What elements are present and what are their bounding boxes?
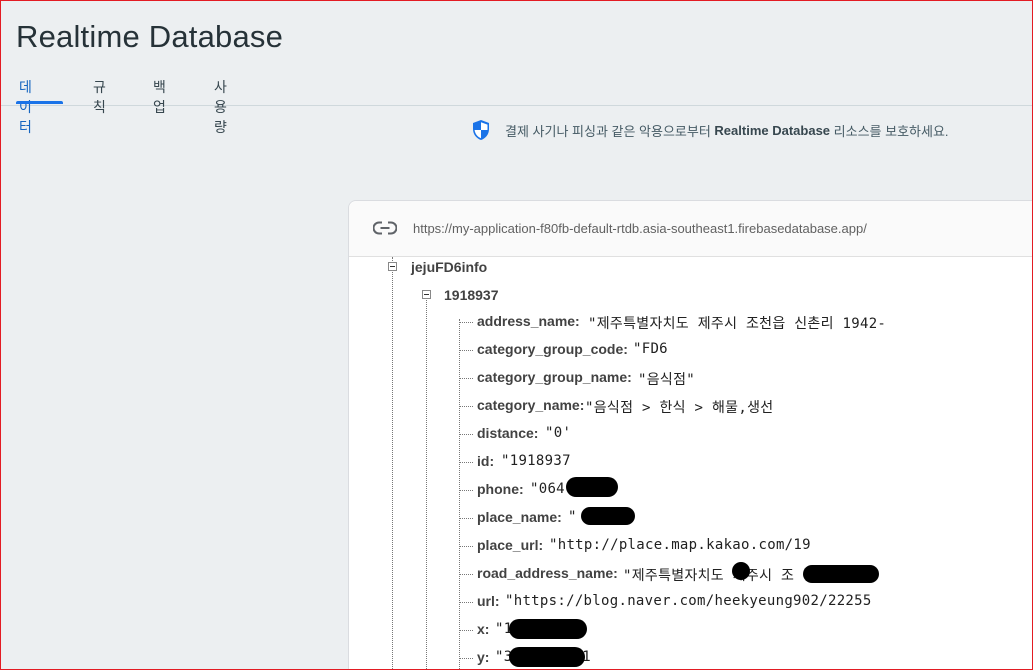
field-row[interactable]: phone: "064-: [349, 476, 1032, 504]
active-tab-indicator: [16, 101, 63, 104]
field-key: place_name:: [477, 509, 562, 525]
field-value: "음식점": [638, 372, 695, 388]
tree-connector: [459, 490, 473, 491]
collapse-root-toggle[interactable]: [388, 262, 397, 271]
field-row[interactable]: distance: "0': [349, 420, 1032, 448]
field-key: y:: [477, 649, 490, 665]
shield-icon: [473, 120, 489, 140]
field-row[interactable]: id: "1918937: [349, 448, 1032, 476]
child-node-key[interactable]: 1918937: [444, 287, 499, 303]
tab-data[interactable]: 데이터: [19, 77, 32, 137]
field-key: place_url:: [477, 537, 544, 553]
field-key: address_name:: [477, 313, 580, 329]
redaction-mark: [581, 507, 635, 525]
field-key: category_group_code:: [477, 341, 628, 357]
field-row[interactable]: place_name: ": [349, 504, 1032, 532]
collapse-child-toggle[interactable]: [422, 290, 431, 299]
field-key: road_address_name:: [477, 565, 618, 581]
tree-connector: [459, 406, 473, 407]
tab-rules[interactable]: 규칙: [93, 77, 106, 117]
field-key: x:: [477, 621, 490, 637]
field-key: id:: [477, 453, 495, 469]
field-row[interactable]: x: "1 968644: [349, 616, 1032, 644]
field-row[interactable]: address_name: "제주특별자치도 제주시 조천읍 신촌리 1942-: [349, 308, 1032, 336]
field-row[interactable]: y: "3 41059981: [349, 644, 1032, 669]
tree-connector: [459, 546, 473, 547]
redaction-mark: [566, 477, 618, 497]
tree-connector: [459, 518, 473, 519]
field-key: distance:: [477, 425, 539, 441]
field-key: category_group_name:: [477, 369, 632, 385]
app-window: Realtime Database 데이터 규칙 백업 사용량 결제 사기나 피…: [0, 0, 1033, 670]
tree-connector: [459, 378, 473, 379]
tree-connector: [459, 462, 473, 463]
tree-connector: [459, 350, 473, 351]
notice-text: 결제 사기나 피싱과 같은 악용으로부터: [505, 123, 715, 139]
tree-connector: [459, 434, 473, 435]
field-key: phone:: [477, 481, 524, 497]
redaction-mark: [509, 619, 587, 639]
notice-product-name: Realtime Database: [714, 122, 831, 138]
database-url-bar: https://my-application-f80fb-default-rtd…: [349, 201, 1032, 257]
tree-connector: [459, 658, 473, 659]
field-row[interactable]: road_address_name: "제주특별자치도 제주시 조 길 40-: [349, 560, 1032, 588]
root-node-key[interactable]: jejuFD6info: [411, 259, 487, 275]
field-row[interactable]: category_group_name: "음식점": [349, 364, 1032, 392]
database-panel: https://my-application-f80fb-default-rtd…: [348, 200, 1032, 669]
tree-connector: [459, 602, 473, 603]
link-icon[interactable]: [373, 221, 397, 235]
field-value: "1918937: [501, 453, 571, 469]
field-value: ": [568, 509, 577, 525]
notice-text-end: 리소스를 보호하세요.: [830, 123, 949, 139]
page-title: Realtime Database: [16, 19, 284, 54]
database-url[interactable]: https://my-application-f80fb-default-rtd…: [413, 221, 867, 236]
field-value: "FD6: [633, 341, 668, 357]
tree-connector: [459, 630, 473, 631]
field-row[interactable]: category_group_code: "FD6: [349, 336, 1032, 364]
tree-connector: [459, 322, 473, 323]
field-value: "http://place.map.kakao.com/19: [549, 537, 811, 553]
tab-backups[interactable]: 백업: [153, 77, 166, 117]
redaction-mark: [803, 565, 879, 583]
field-row[interactable]: category_name: "음식점 > 한식 > 해물,생선: [349, 392, 1032, 420]
field-value: "https://blog.naver.com/heekyeung902/222…: [505, 593, 872, 609]
field-key: url:: [477, 593, 500, 609]
tree-connector: [459, 574, 473, 575]
page-header: Realtime Database 데이터 규칙 백업 사용량: [1, 1, 1032, 135]
field-value: "제주특별자치도 제주시 조천읍 신촌리 1942-: [588, 316, 887, 332]
field-value: "0': [545, 425, 572, 441]
security-notice: 결제 사기나 피싱과 같은 악용으로부터 Realtime Database 리…: [471, 119, 949, 141]
field-key: category_name:: [477, 397, 585, 413]
redaction-mark: [732, 562, 750, 580]
field-row[interactable]: place_url: "http://place.map.kakao.com/1…: [349, 532, 1032, 560]
field-value: "음식점 > 한식 > 해물,생선: [585, 400, 774, 416]
tab-usage[interactable]: 사용량: [214, 77, 227, 137]
field-row[interactable]: url: "https://blog.naver.com/heekyeung90…: [349, 588, 1032, 616]
redaction-mark: [509, 647, 585, 667]
